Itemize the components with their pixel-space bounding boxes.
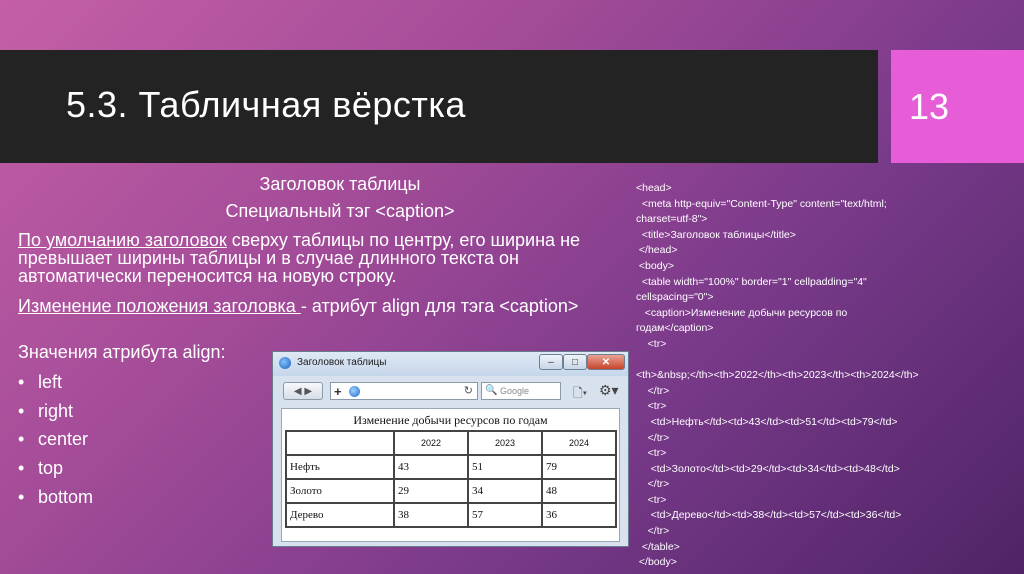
window-titlebar: Заголовок таблицы – □ ✕ [273,352,628,376]
table-row: Нефть 43 51 79 [286,455,616,479]
code-line: <th>&nbsp;</th><th>2022</th><th>2023</th… [636,369,919,382]
code-line: </head> [636,244,678,257]
table-cell: 29 [394,479,468,503]
paragraph-default-caption: По умолчанию заголовок сверху таблицы по… [18,231,618,285]
caption-heading: Заголовок таблицы [259,174,421,194]
code-line: <tr> [636,447,667,460]
caption-subheading: Специальный тэг <caption> [225,201,455,221]
row-label: Нефть [286,455,394,479]
table-caption: Изменение добычи ресурсов по годам [353,413,548,427]
align-values-list: left right center top bottom [18,368,93,511]
header-cell [286,431,394,455]
browser-window: Заголовок таблицы – □ ✕ ◀ ▶ + ↻ 🔍 Google… [272,351,629,547]
address-bar[interactable]: + ↻ [330,382,478,400]
code-line: <table width="100%" border="1" cellpaddi… [636,275,867,288]
list-item: center [18,425,93,454]
code-line: </body> [636,556,677,569]
paragraph-align-attr: Изменение положения заголовка - атрибут … [18,297,618,315]
close-button[interactable]: ✕ [587,354,625,370]
table-row: Дерево 38 57 36 [286,503,616,527]
header-cell: 2024 [542,431,616,455]
row-label: Дерево [286,503,394,527]
refresh-icon[interactable]: ↻ [464,384,473,397]
back-forward-button[interactable]: ◀ ▶ [283,382,323,400]
code-line: charset=utf-8"> [636,213,708,226]
code-line: </tr> [636,384,670,397]
code-line: <tr> [636,400,667,413]
code-line: <td>Нефть</td><td>43</td><td>51</td><td>… [636,415,898,428]
browser-toolbar: ◀ ▶ + ↻ 🔍 Google 🗋▾ ⚙▾ [273,376,628,406]
code-line: ​ [636,353,1020,369]
page-menu-icon[interactable]: 🗋▾ [573,384,587,405]
code-line: </tr> [636,431,670,444]
search-placeholder: Google [500,386,530,396]
table-cell: 57 [468,503,542,527]
new-tab-icon[interactable]: + [334,384,342,399]
list-item: bottom [18,483,93,512]
minimize-button[interactable]: – [539,354,563,370]
header-cell: 2022 [394,431,468,455]
maximize-button[interactable]: □ [563,354,587,370]
code-line: годам</caption> [636,322,714,335]
row-label: Золото [286,479,394,503]
slide-number: 13 [909,86,950,127]
code-line: cellspacing="0"> [636,291,714,304]
list-item: left [18,368,93,397]
table-header-row: 2022 2023 2024 [286,431,616,455]
code-line: </tr> [636,478,670,491]
window-title: Заголовок таблицы [297,357,387,368]
code-listing: <head> <meta http-equiv="Content-Type" c… [636,181,1020,571]
code-line: <td>Золото</td><td>29</td><td>34</td><td… [636,462,900,475]
code-line: <td>Дерево</td><td>38</td><td>57</td><td… [636,509,902,522]
code-line: <meta http-equiv="Content-Type" content=… [636,197,887,210]
search-icon: 🔍 [485,385,498,396]
list-item: right [18,397,93,426]
table-cell: 38 [394,503,468,527]
demo-table: 2022 2023 2024 Нефть 43 51 79 Золото 29 … [285,430,617,528]
table-cell: 36 [542,503,616,527]
slide-title: 5.3. Табличная вёрстка [66,84,466,125]
code-line: <body> [636,259,674,272]
table-cell: 48 [542,479,616,503]
list-item: top [18,454,93,483]
code-line: <tr> [636,337,667,350]
browser-icon [279,357,291,369]
table-cell: 43 [394,455,468,479]
code-line: </table> [636,540,680,553]
search-input[interactable]: 🔍 Google [481,382,561,400]
globe-icon [349,386,360,397]
code-line: <tr> [636,493,667,506]
table-cell: 79 [542,455,616,479]
code-line: <title>Заголовок таблицы</title> [636,228,796,241]
paragraph-text: - атрибут align для тэга <caption> [300,296,579,316]
code-line: <caption>Изменение добычи ресурсов по [636,306,848,319]
underlined-phrase: По умолчанию заголовок [18,230,227,250]
gear-icon[interactable]: ⚙▾ [599,382,619,399]
code-line: </tr> [636,525,670,538]
header-cell: 2023 [468,431,542,455]
underlined-phrase: Изменение положения заголовка [18,296,301,316]
table-cell: 51 [468,455,542,479]
table-cell: 34 [468,479,542,503]
code-line: <head> [636,182,672,194]
page-viewport: Изменение добычи ресурсов по годам 2022 … [281,408,620,542]
table-row: Золото 29 34 48 [286,479,616,503]
